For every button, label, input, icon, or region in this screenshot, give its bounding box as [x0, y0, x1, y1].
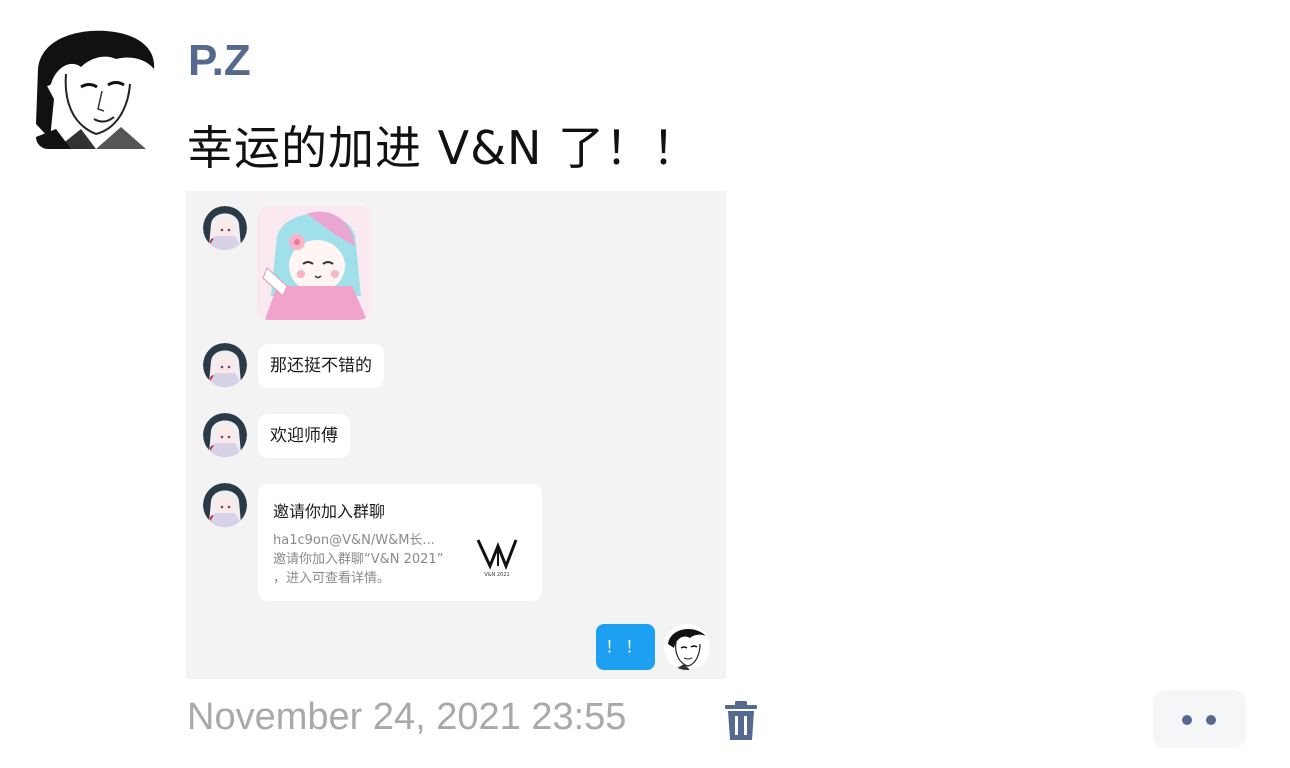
post-text: 幸运的加进 V&N 了！！	[187, 121, 699, 175]
message-bubble[interactable]: 欢迎师傅	[258, 414, 350, 458]
trash-icon[interactable]	[722, 700, 760, 742]
invite-sender: ha1c9on@V&N/W&M长...	[273, 533, 435, 548]
my-avatar	[664, 624, 710, 670]
invite-detail-line: ，进入可查看详情。	[273, 571, 391, 586]
sticker-image[interactable]	[257, 206, 371, 320]
invite-group-line: 邀请你加入群聊“V&N 2021”	[273, 552, 444, 567]
my-message-bubble[interactable]: ！！	[596, 624, 655, 670]
message-bubble[interactable]: 那还挺不错的	[258, 344, 384, 388]
more-dots-icon[interactable]	[1153, 690, 1246, 748]
post-timestamp: November 24, 2021 23:55	[187, 696, 627, 738]
author-avatar[interactable]	[36, 29, 156, 149]
contact-avatar	[203, 483, 247, 527]
author-name[interactable]: P.Z	[188, 36, 251, 86]
invite-title: 邀请你加入群聊	[273, 502, 386, 521]
contact-avatar	[203, 343, 247, 387]
attached-chat-screenshot[interactable]: 那还挺不错的 欢迎师傅 邀请你加入群聊 ha1c9on@V&N/W&M长... …	[186, 191, 726, 679]
logo-caption: V&N 2021	[484, 572, 509, 578]
contact-avatar	[203, 206, 247, 250]
group-logo: V&N 2021	[472, 536, 522, 578]
group-invite-card[interactable]: 邀请你加入群聊 ha1c9on@V&N/W&M长... 邀请你加入群聊“V&N …	[258, 484, 542, 601]
contact-avatar	[203, 413, 247, 457]
